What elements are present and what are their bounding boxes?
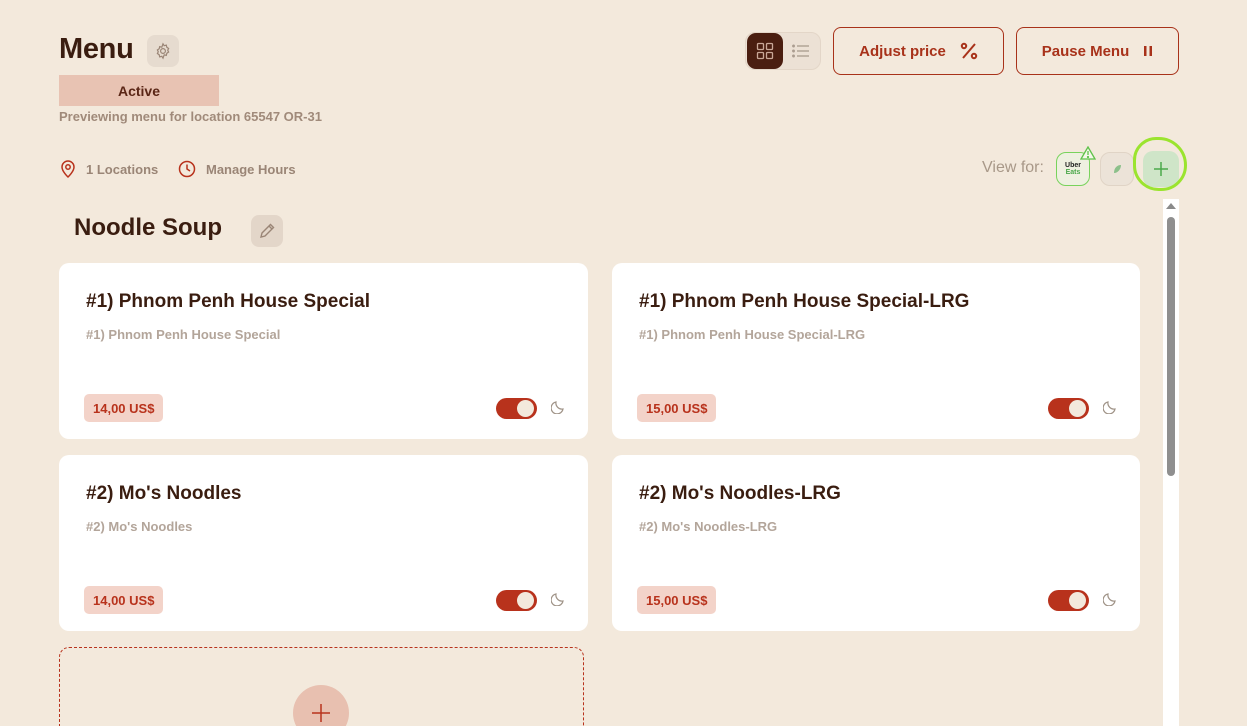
menu-item-card[interactable]: #1) Phnom Penh House Special-LRG #1) Phn… [612,263,1140,439]
adjust-price-label: Adjust price [859,42,946,60]
menu-item-card[interactable]: #2) Mo's Noodles-LRG #2) Mo's Noodles-LR… [612,455,1140,631]
price-badge: 15,00 US$ [637,586,717,614]
moon-icon[interactable] [551,400,565,414]
grid-view-button[interactable] [747,33,783,69]
percent-icon [960,42,978,60]
locations-link[interactable]: 1 Locations [60,160,158,178]
highlight-ring [1133,137,1187,191]
gear-icon [156,42,170,60]
price-badge: 14,00 US$ [84,394,164,422]
clock-icon [178,160,196,178]
item-description: #1) Phnom Penh House Special [86,327,281,342]
location-pin-icon [61,160,75,178]
menu-item-card[interactable]: #1) Phnom Penh House Special #1) Phnom P… [59,263,588,439]
item-name: #2) Mo's Noodles [86,483,242,504]
page-title: Menu [59,33,134,65]
pause-menu-button[interactable]: Pause Menu [1016,27,1179,75]
moon-icon[interactable] [1103,400,1117,414]
category-title: Noodle Soup [74,214,222,241]
pause-menu-label: Pause Menu [1041,42,1130,60]
item-name: #2) Mo's Noodles-LRG [639,483,841,504]
edit-category-button[interactable] [251,215,283,247]
preview-location-text: Previewing menu for location 65547 OR-31 [59,109,322,124]
moon-icon[interactable] [551,592,565,606]
other-platform-button[interactable] [1100,152,1134,186]
warning-icon [1080,146,1096,160]
list-view-button[interactable] [783,33,819,69]
view-for-label: View for: [982,159,1044,176]
menu-settings-button[interactable] [147,35,179,67]
availability-toggle[interactable] [496,590,537,611]
scroll-up-arrow-icon[interactable] [1166,203,1176,209]
manage-hours-label: Manage Hours [206,161,296,177]
item-name: #1) Phnom Penh House Special-LRG [639,291,970,312]
price-badge: 14,00 US$ [84,586,164,614]
moon-icon[interactable] [1103,592,1117,606]
item-description: #2) Mo's Noodles [86,519,193,534]
manage-hours-link[interactable]: Manage Hours [178,160,296,178]
list-icon [792,44,809,58]
item-description: #2) Mo's Noodles-LRG [639,519,778,534]
price-badge: 15,00 US$ [637,394,717,422]
uber-eats-logo: Uber Eats [1065,162,1081,176]
menu-item-card[interactable]: #2) Mo's Noodles #2) Mo's Noodles 14,00 … [59,455,588,631]
status-badge: Active [59,75,219,106]
pause-icon [1144,46,1153,56]
scrollbar-thumb[interactable] [1167,217,1175,476]
plus-icon [312,704,330,722]
adjust-price-button[interactable]: Adjust price [833,27,1004,75]
leaf-icon [1114,165,1121,173]
availability-toggle[interactable] [1048,590,1089,611]
pencil-icon [260,223,275,238]
item-description: #1) Phnom Penh House Special-LRG [639,327,866,342]
availability-toggle[interactable] [1048,398,1089,419]
grid-icon [756,42,774,60]
locations-label: 1 Locations [86,161,159,177]
availability-toggle[interactable] [496,398,537,419]
item-name: #1) Phnom Penh House Special [86,291,371,312]
